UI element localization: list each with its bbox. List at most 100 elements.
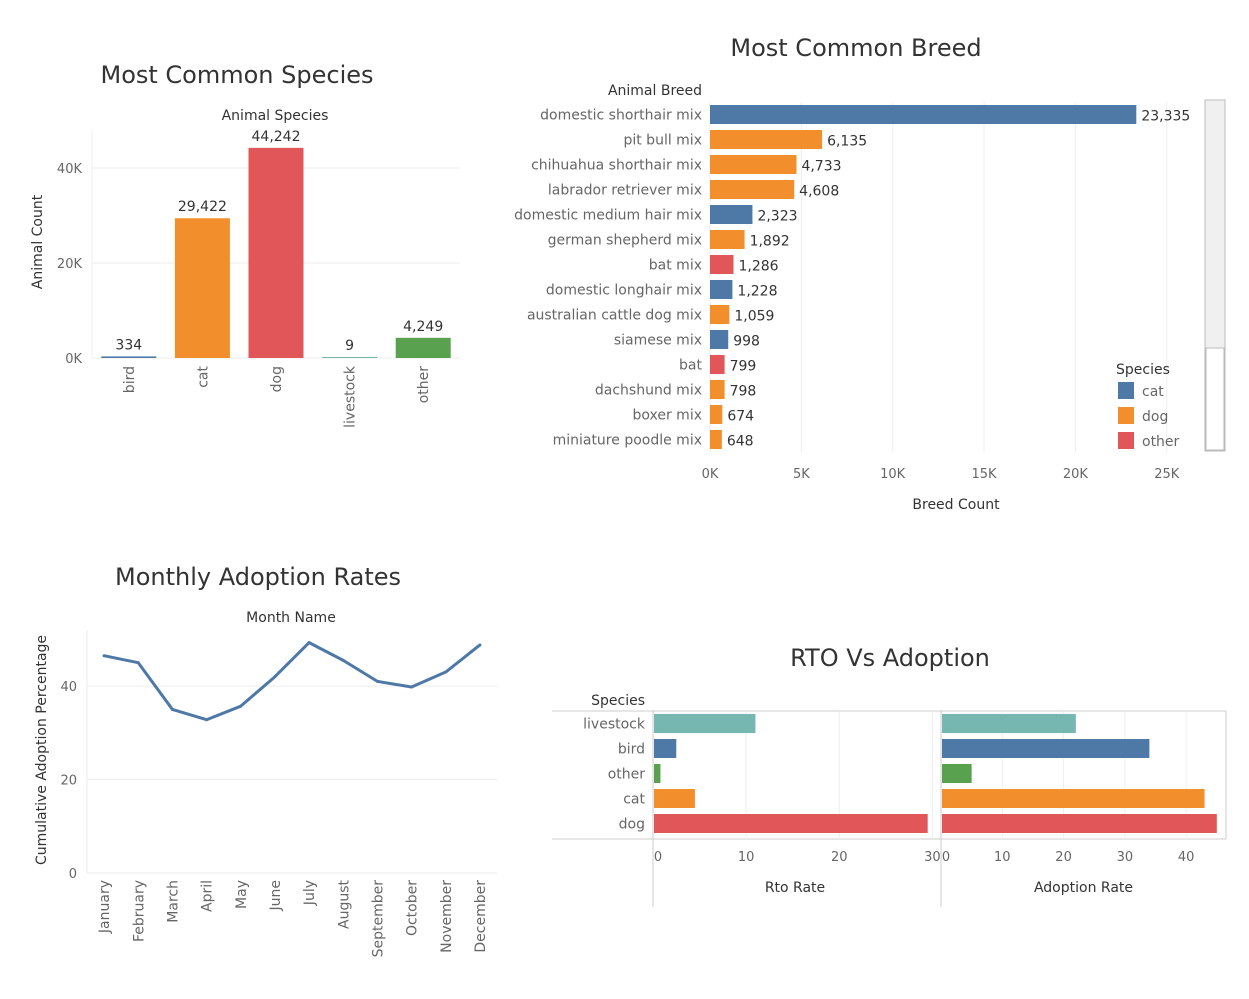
rto-x-tick: 0 — [654, 850, 662, 865]
rto-bar — [942, 789, 1205, 808]
breed-category-label: dachshund mix — [595, 383, 702, 399]
breed-category-label: australian cattle dog mix — [527, 308, 702, 324]
rto-bar — [942, 814, 1217, 833]
monthly-x-tick: June — [268, 880, 284, 912]
monthly-y-axis-label: Cumulative Adoption Percentage — [34, 635, 50, 865]
breed-value-label: 23,335 — [1141, 109, 1190, 125]
rto-x-tick: 30 — [1117, 850, 1134, 865]
breed-category-label: domestic medium hair mix — [514, 208, 702, 224]
breed-value-label: 1,059 — [734, 309, 774, 325]
breed-category-label: chihuahua shorthair mix — [531, 158, 702, 174]
breed-legend-swatch — [1118, 382, 1134, 399]
species-chart-header: Animal Species — [222, 108, 329, 124]
monthly-y-tick: 20 — [60, 774, 77, 789]
breed-chart-title: Most Common Breed — [730, 34, 981, 62]
rto-category-label: other — [608, 767, 646, 783]
rto-category-label: dog — [619, 817, 645, 833]
breed-category-label: domestic shorthair mix — [540, 108, 702, 124]
breed-bar — [710, 230, 745, 249]
breed-chart: Most Common Breed Animal Breed Breed Cou… — [514, 34, 1226, 513]
rto-x-tick: 40 — [1178, 850, 1195, 865]
monthly-x-tick: July — [302, 880, 318, 906]
breed-legend-label: other — [1142, 434, 1180, 450]
breed-x-tick: 25K — [1154, 467, 1180, 482]
rto-bar — [942, 739, 1150, 758]
rto-chart-title: RTO Vs Adoption — [790, 644, 990, 672]
rto-category-label: bird — [618, 742, 645, 758]
breed-bar — [710, 430, 722, 449]
species-bar-dog — [248, 147, 304, 358]
monthly-y-tick: 0 — [69, 867, 77, 882]
species-x-tick: dog — [269, 366, 285, 392]
breed-legend-swatch — [1118, 432, 1134, 449]
breed-category-label: boxer mix — [632, 408, 702, 424]
rto-x-axis-label: Rto Rate — [765, 880, 825, 896]
breed-bar — [710, 255, 734, 274]
breed-legend-label: cat — [1142, 384, 1164, 400]
rto-x-axis-label: Adoption Rate — [1034, 880, 1133, 896]
breed-value-label: 1,286 — [738, 259, 778, 275]
monthly-point — [205, 718, 209, 722]
breed-bar — [710, 330, 729, 349]
species-value-label: 44,242 — [252, 129, 301, 145]
breed-bar — [710, 180, 795, 199]
breed-x-tick: 0K — [702, 467, 719, 482]
monthly-adoption-line — [103, 641, 481, 722]
breed-x-tick: 20K — [1063, 467, 1089, 482]
rto-x-tick: 10 — [738, 850, 755, 865]
rto-bar — [654, 814, 928, 833]
breed-category-label: siamese mix — [614, 333, 702, 349]
monthly-point — [307, 641, 311, 645]
breed-value-label: 4,608 — [799, 184, 839, 200]
rto-bar — [654, 739, 677, 758]
species-y-tick: 0K — [65, 352, 82, 367]
rto-bar — [654, 714, 756, 733]
breed-category-label: bat mix — [649, 258, 702, 274]
breed-value-label: 1,892 — [750, 234, 790, 250]
breed-x-tick: 5K — [793, 467, 810, 482]
rto-x-tick: 20 — [1055, 850, 1072, 865]
breed-value-label: 6,135 — [827, 134, 867, 150]
monthly-x-tick: April — [200, 880, 216, 912]
breed-bar — [710, 380, 725, 399]
species-value-label: 29,422 — [178, 199, 227, 215]
breed-bar — [710, 305, 730, 324]
monthly-y-tick: 40 — [60, 680, 77, 695]
breed-scrollbar-thumb[interactable] — [1205, 347, 1225, 451]
breed-category-label: pit bull mix — [623, 133, 702, 149]
monthly-point — [444, 670, 448, 674]
rto-chart: RTO Vs Adoption Species livestock bird oth… — [552, 644, 1227, 907]
breed-value-label: 2,323 — [757, 209, 797, 225]
monthly-point — [273, 675, 277, 679]
rto-bar — [654, 764, 661, 783]
monthly-point — [102, 654, 106, 658]
monthly-x-tick: May — [234, 880, 250, 909]
breed-bar — [710, 130, 823, 149]
breed-chart-header: Animal Breed — [608, 83, 702, 99]
breed-legend-swatch — [1118, 407, 1134, 424]
species-bar-bird — [101, 356, 157, 358]
breed-x-tick: 15K — [971, 467, 997, 482]
breed-category-label: labrador retriever mix — [548, 183, 702, 199]
monthly-x-tick: March — [165, 880, 181, 923]
rto-bar — [942, 714, 1076, 733]
monthly-point — [341, 658, 345, 662]
rto-bar — [942, 764, 972, 783]
species-y-axis-label: Animal Count — [30, 194, 46, 289]
species-bar-livestock — [322, 357, 378, 358]
species-x-tick: livestock — [343, 365, 359, 428]
monthly-point — [170, 707, 174, 711]
monthly-x-tick: August — [336, 879, 352, 929]
rto-x-tick: 20 — [831, 850, 848, 865]
breed-value-label: 998 — [733, 334, 760, 350]
breed-category-label: miniature poodle mix — [553, 433, 702, 449]
breed-value-label: 799 — [730, 359, 757, 375]
rto-category-label: livestock — [583, 717, 646, 733]
species-y-tick: 20K — [57, 257, 83, 272]
breed-value-label: 798 — [730, 384, 757, 400]
species-chart-title: Most Common Species — [100, 61, 373, 89]
breed-bar — [710, 155, 797, 174]
monthly-x-tick: September — [370, 880, 386, 958]
breed-bar — [710, 205, 753, 224]
monthly-x-tick: October — [405, 880, 421, 936]
